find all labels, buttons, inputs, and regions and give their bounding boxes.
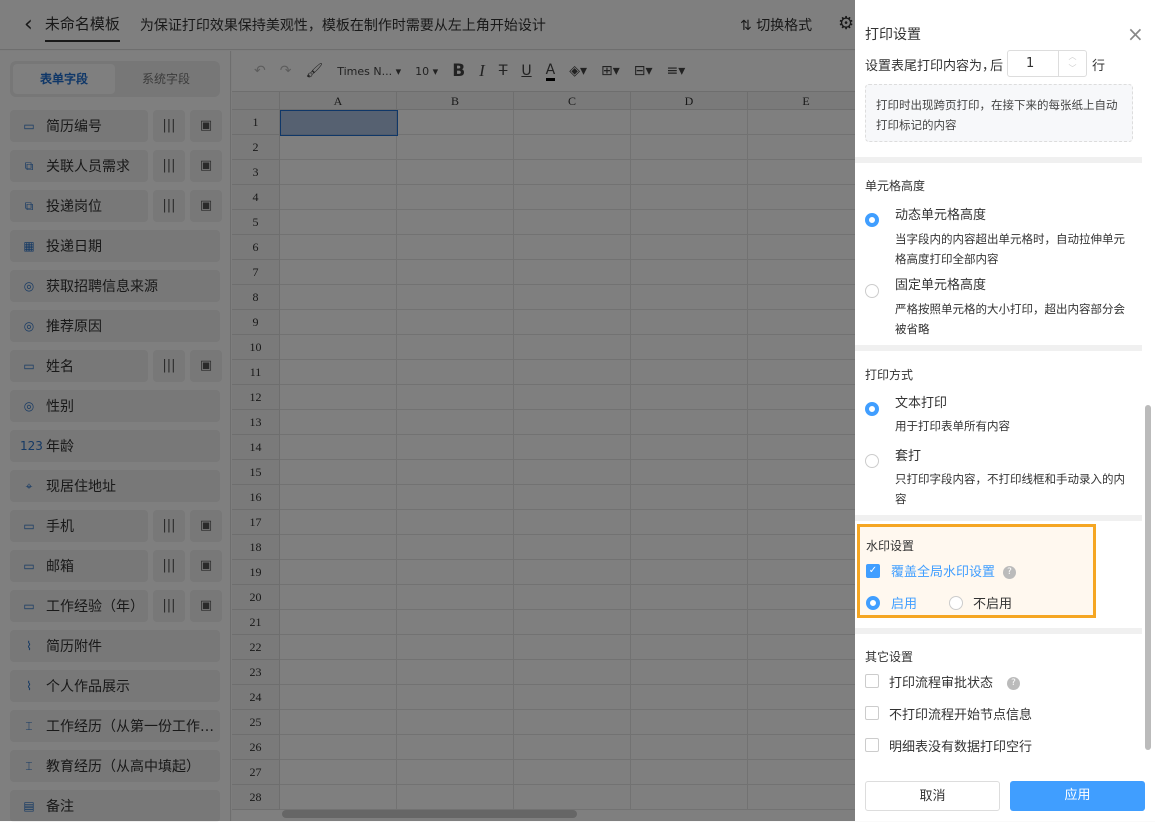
dynamic-height-label[interactable]: 动态单元格高度 — [895, 204, 986, 223]
empty-detail-rows-checkbox[interactable] — [865, 738, 879, 752]
watermark-title: 水印设置 — [866, 539, 915, 553]
scrollbar[interactable] — [1145, 405, 1151, 750]
override-watermark-label[interactable]: 覆盖全局水印设置? — [891, 561, 1017, 580]
watermark-disable-radio[interactable] — [949, 596, 963, 610]
other-settings-title: 其它设置 — [865, 650, 914, 664]
modal-overlay[interactable] — [0, 0, 855, 821]
close-icon[interactable]: × — [1127, 22, 1144, 46]
fixed-height-radio[interactable] — [865, 284, 879, 298]
skip-start-node-checkbox[interactable] — [865, 706, 879, 720]
watermark-section: 水印设置 ✓ 覆盖全局水印设置? 启用 不启用 — [857, 524, 1096, 618]
footer-hint: 打印时出现跨页打印，在接下来的每张纸上自动打印标记的内容 — [865, 84, 1133, 142]
approval-status-checkbox[interactable] — [865, 674, 879, 688]
text-print-desc: 用于打印表单所有内容 — [895, 419, 1010, 433]
skip-start-node-label[interactable]: 不打印流程开始节点信息 — [889, 704, 1032, 723]
text-print-radio[interactable] — [865, 402, 879, 416]
fixed-height-desc: 严格按照单元格的大小打印，超出内容部分会被省略 — [895, 302, 1125, 336]
cell-height-title: 单元格高度 — [865, 179, 926, 193]
watermark-enable-radio[interactable] — [866, 596, 880, 610]
help-icon[interactable]: ? — [1003, 566, 1017, 579]
watermark-enable-label[interactable]: 启用 — [891, 593, 917, 612]
footer-rows-stepper[interactable]: 1 ︿ ﹀ — [1007, 50, 1087, 77]
dynamic-height-desc: 当字段内的内容超出单元格时，自动拉伸单元格高度打印全部内容 — [895, 232, 1125, 266]
approval-status-label[interactable]: 打印流程审批状态? — [889, 672, 1021, 691]
rows-unit: 行 — [1092, 59, 1106, 74]
panel-title: 打印设置 — [865, 27, 921, 43]
overlay-print-label[interactable]: 套打 — [895, 445, 921, 464]
overlay-print-desc: 只打印字段内容，不打印线框和手动录入的内容 — [895, 472, 1125, 506]
after-label: 后 — [990, 59, 1004, 74]
watermark-disable-label[interactable]: 不启用 — [973, 593, 1012, 612]
text-print-label[interactable]: 文本打印 — [895, 392, 947, 411]
help-icon[interactable]: ? — [1007, 677, 1021, 690]
override-watermark-checkbox[interactable]: ✓ — [866, 564, 880, 578]
footer-label: 设置表尾打印内容为， — [865, 59, 996, 74]
fixed-height-label[interactable]: 固定单元格高度 — [895, 274, 986, 293]
dynamic-height-radio[interactable] — [865, 213, 879, 227]
cancel-button[interactable]: 取消 — [865, 781, 1000, 811]
apply-button[interactable]: 应用 — [1010, 781, 1145, 811]
print-mode-title: 打印方式 — [865, 368, 914, 382]
print-settings-panel: 打印设置 × 设置表尾打印内容为， 后 1 ︿ ﹀ 行 打印时出现跨页打印，在接下来… — [855, 0, 1155, 821]
overlay-print-radio[interactable] — [865, 454, 879, 468]
empty-detail-rows-label[interactable]: 明细表没有数据打印空行 — [889, 736, 1032, 755]
